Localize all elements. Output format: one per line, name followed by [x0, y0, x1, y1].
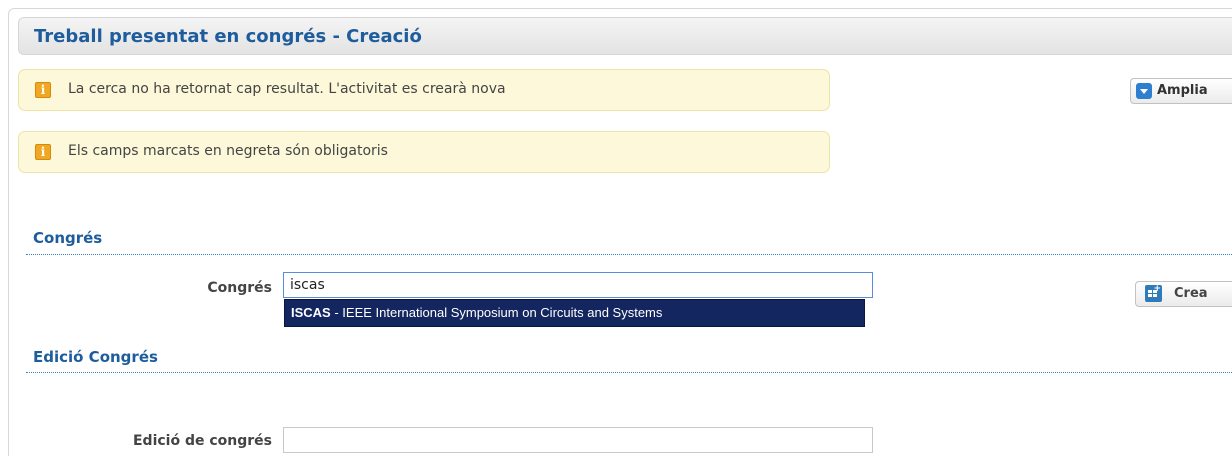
congres-search-input[interactable] — [283, 272, 873, 298]
edicio-input[interactable] — [283, 427, 873, 453]
page-header: Treball presentat en congrés - Creació — [18, 17, 1232, 55]
autocomplete-suggestion[interactable]: ISCAS - IEEE International Symposium on … — [284, 299, 865, 327]
notice-text: La cerca no ha retornat cap resultat. L'… — [68, 81, 506, 97]
dropdown-icon — [1136, 83, 1152, 99]
create-button-label: Crea — [1174, 286, 1208, 301]
suggestion-text: ISCAS - IEEE International Symposium on … — [291, 305, 662, 320]
suggestion-name: IEEE International Symposium on Circuits… — [342, 305, 663, 320]
info-icon: i — [35, 82, 51, 98]
edicio-field-label: Edició de congrés — [132, 433, 272, 449]
suggestion-code: ISCAS — [291, 305, 331, 320]
notice-required-fields: i Els camps marcats en negreta són oblig… — [18, 131, 830, 173]
create-button[interactable]: + Crea — [1135, 281, 1232, 307]
expand-button-label: Amplia — [1157, 83, 1208, 98]
section-title-edicio: Edició Congrés — [33, 348, 158, 366]
notice-text: Els camps marcats en negreta són obligat… — [68, 143, 388, 159]
congres-field-label: Congrés — [207, 280, 272, 296]
suggestion-separator: - — [330, 305, 343, 320]
section-divider — [26, 372, 1232, 373]
expand-button[interactable]: Amplia — [1130, 78, 1232, 104]
notice-no-results: i La cerca no ha retornat cap resultat. … — [18, 69, 830, 111]
section-title-congres: Congrés — [33, 229, 103, 247]
page-title: Treball presentat en congrés - Creació — [34, 26, 422, 47]
info-icon: i — [35, 144, 51, 160]
create-icon: + — [1145, 284, 1162, 302]
page: Treball presentat en congrés - Creació i… — [0, 0, 1232, 456]
section-divider — [26, 254, 1232, 255]
